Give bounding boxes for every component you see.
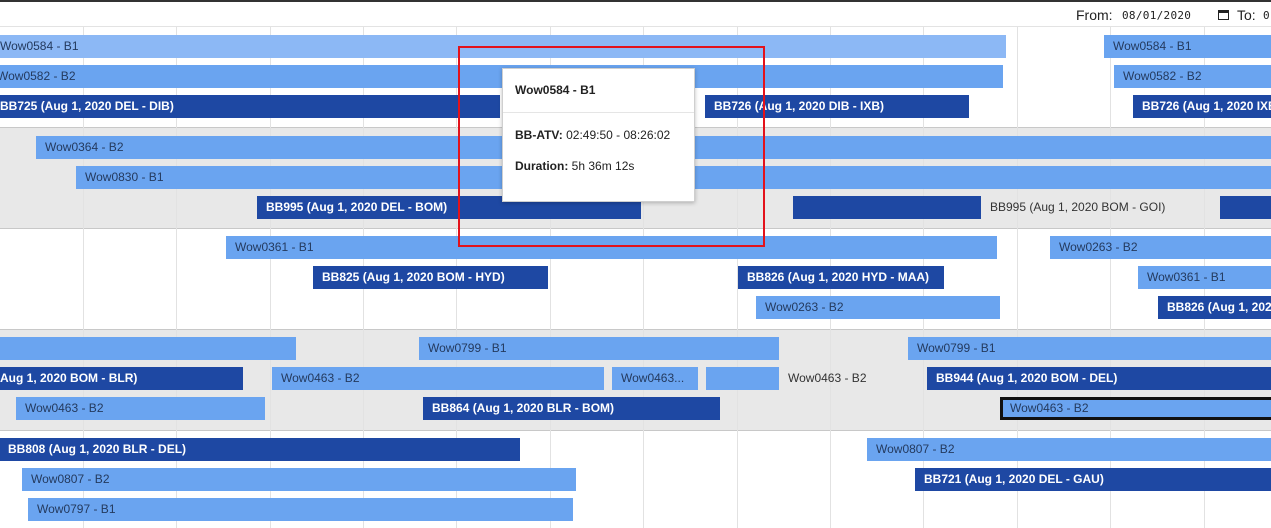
- gantt-bar[interactable]: Wow0263 - B2: [1050, 236, 1271, 259]
- date-range-header: From: 08/01/2020 To: 0: [0, 2, 1271, 27]
- gantt-bar[interactable]: Wow0463...: [612, 367, 698, 390]
- to-date-input[interactable]: 0: [1263, 9, 1270, 22]
- tooltip-duration-value: 5h 36m 12s: [571, 159, 635, 173]
- gantt-bar[interactable]: Wow0263 - B2: [756, 296, 1000, 319]
- tooltip-title: Wow0584 - B1: [503, 69, 694, 113]
- gantt-bar[interactable]: BB721 (Aug 1, 2020 DEL - GAU): [915, 468, 1271, 491]
- gantt-bar[interactable]: BB826 (Aug 1, 2020: [1158, 296, 1271, 319]
- tooltip-atv-label: BB-ATV:: [515, 128, 563, 142]
- from-date-input[interactable]: 08/01/2020: [1122, 9, 1191, 22]
- gantt-bar[interactable]: Wow0799 - B1: [419, 337, 779, 360]
- gantt-bar[interactable]: BB725 (Aug 1, 2020 DEL - DIB): [0, 95, 500, 118]
- gantt-bar[interactable]: [793, 196, 981, 219]
- gantt-bar[interactable]: Wow0463 - B2: [16, 397, 265, 420]
- tooltip-atv-value: 02:49:50 - 08:26:02: [566, 128, 671, 142]
- gantt-bar[interactable]: [706, 367, 779, 390]
- gantt-bar[interactable]: Wow0463 - B2: [272, 367, 604, 390]
- gantt-bar[interactable]: Wow0361 - B1: [226, 236, 997, 259]
- gantt-bar[interactable]: BB826 (Aug 1, 2020 HYD - MAA): [738, 266, 944, 289]
- calendar-icon[interactable]: [1218, 10, 1229, 20]
- gantt-bar[interactable]: Wow0807 - B2: [867, 438, 1271, 461]
- gantt-bar[interactable]: Wow0797 - B1: [28, 498, 573, 521]
- gantt-bar[interactable]: BB864 (Aug 1, 2020 BLR - BOM): [423, 397, 720, 420]
- gantt-bar[interactable]: Wow0361 - B1: [1138, 266, 1271, 289]
- gantt-bar[interactable]: BB726 (Aug 1, 2020 IXB: [1133, 95, 1271, 118]
- tooltip-atv: BB-ATV: 02:49:50 - 08:26:02: [515, 126, 682, 145]
- from-label: From:: [1076, 7, 1113, 23]
- gantt-bar[interactable]: BB726 (Aug 1, 2020 DIB - IXB): [705, 95, 969, 118]
- gantt-bar[interactable]: BB944 (Aug 1, 2020 BOM - DEL): [927, 367, 1271, 390]
- tooltip-duration-label: Duration:: [515, 159, 569, 173]
- tooltip-duration: Duration: 5h 36m 12s: [515, 157, 682, 176]
- bar-tooltip: Wow0584 - B1 BB-ATV: 02:49:50 - 08:26:02…: [502, 68, 695, 202]
- to-label: To:: [1237, 7, 1256, 23]
- gantt-bar[interactable]: [1220, 196, 1271, 219]
- gantt-bar[interactable]: [0, 337, 296, 360]
- gantt-bar[interactable]: Wow0807 - B2: [22, 468, 576, 491]
- gantt-bar[interactable]: Wow0582 - B2: [1114, 65, 1271, 88]
- gantt-bar[interactable]: Wow0799 - B1: [908, 337, 1271, 360]
- gantt-bar-selected[interactable]: Wow0463 - B2: [1000, 397, 1271, 420]
- gantt-bar[interactable]: Aug 1, 2020 BOM - BLR): [0, 367, 243, 390]
- gantt-bar[interactable]: BB825 (Aug 1, 2020 BOM - HYD): [313, 266, 548, 289]
- gantt-bar[interactable]: Wow0584 - B1: [1104, 35, 1271, 58]
- gantt-bar-label: Wow0463 - B2: [788, 371, 867, 385]
- gantt-bar-label: BB995 (Aug 1, 2020 BOM - GOI): [990, 200, 1166, 214]
- gantt-bar[interactable]: Wow0584 - B1: [0, 35, 1006, 58]
- gantt-bar[interactable]: BB808 (Aug 1, 2020 BLR - DEL): [0, 438, 520, 461]
